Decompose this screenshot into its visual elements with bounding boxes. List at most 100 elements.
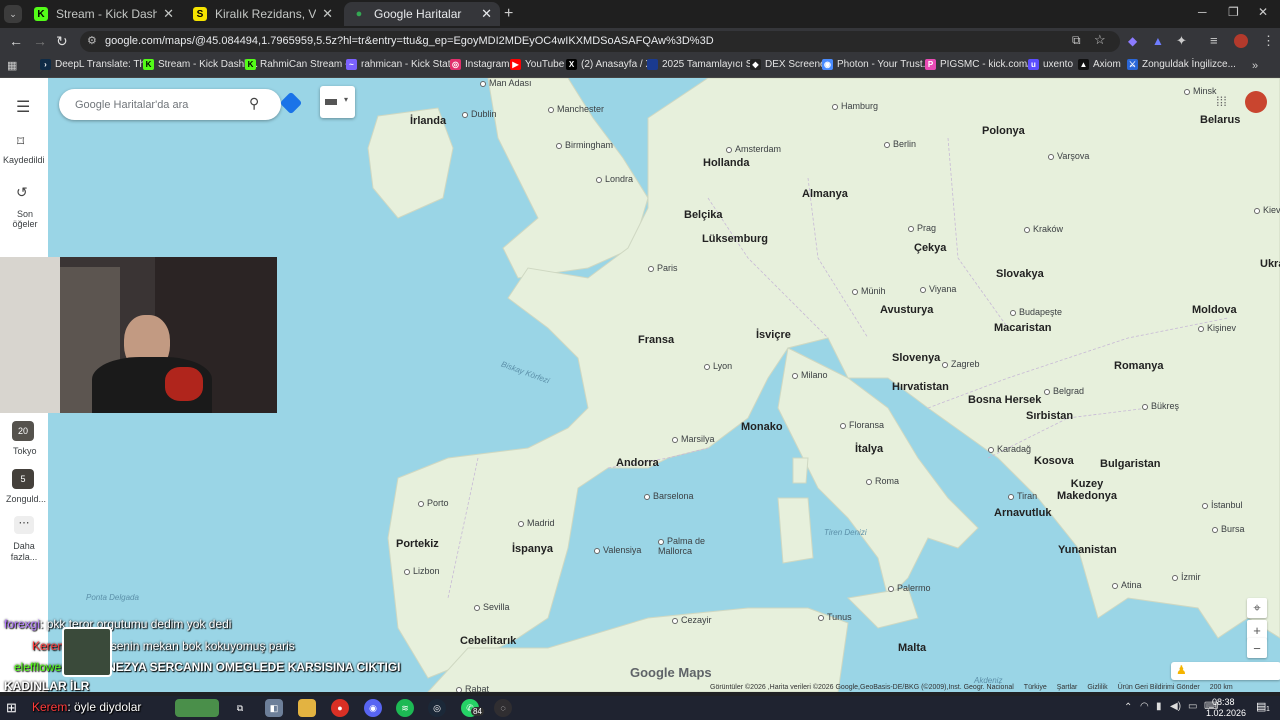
city-label[interactable]: Birmingham	[556, 140, 613, 150]
country-label[interactable]: Kosova	[1034, 455, 1074, 467]
bookmark-instagram[interactable]: ◎ Instagram	[450, 59, 509, 70]
city-label[interactable]: Atina	[1112, 580, 1142, 590]
city-label[interactable]: İstanbul	[1202, 500, 1243, 510]
bookmark-photon[interactable]: ◉ Photon - Your Trust...	[822, 59, 931, 70]
bookmarks-overflow-icon[interactable]: »	[1252, 60, 1258, 72]
country-label[interactable]: Macaristan	[994, 322, 1051, 334]
volume-icon[interactable]: ◀)	[1170, 701, 1181, 712]
apps-grid-icon[interactable]: ⁞⁞⁞	[1216, 94, 1227, 109]
bookmark-pigsmc[interactable]: P PIGSMC - kick.com/...	[925, 59, 1038, 70]
city-label[interactable]: Belgrad	[1044, 386, 1084, 396]
mic-icon[interactable]: ▮	[1156, 701, 1162, 712]
address-bar[interactable]: ⚙ google.com/maps/@45.084494,1.7965959,5…	[80, 31, 1120, 52]
city-label[interactable]: Valensiya	[594, 545, 641, 555]
city-label[interactable]: Cezayir	[672, 615, 712, 625]
minimize-button[interactable]: ─	[1198, 5, 1207, 19]
apps-grid-icon[interactable]: ▦	[7, 59, 17, 72]
country-label[interactable]: Hollanda	[703, 157, 749, 169]
bookmark-rahmican-stream[interactable]: K RahmiCan Stream -...	[245, 59, 357, 70]
zoom-out-button[interactable]: −	[1247, 638, 1267, 658]
country-label[interactable]: Polonya	[982, 125, 1025, 137]
country-label[interactable]: İsviçre	[756, 329, 791, 341]
bookmark-dex-screener[interactable]: ◆ DEX Screener	[750, 59, 829, 70]
chevron-down-icon[interactable]: ▾	[344, 95, 348, 104]
city-label[interactable]: Sevilla	[474, 602, 510, 612]
bookmark-youtube[interactable]: ▶ YouTube	[510, 59, 564, 70]
recent-tokyo-label[interactable]: Tokyo	[13, 446, 37, 456]
country-label[interactable]: Belçika	[684, 209, 723, 221]
country-label[interactable]: Lüksemburg	[702, 233, 768, 245]
tab-kick-dashboard[interactable]: K Stream - Kick Dashboard ✕	[26, 2, 182, 26]
country-label[interactable]: Malta	[898, 642, 926, 654]
search-input[interactable]: Google Haritalar'da ara	[75, 99, 188, 111]
file-explorer-icon[interactable]	[298, 699, 316, 717]
bookmark-tamamlayici[interactable]: 2025 Tamamlayıcı S...	[647, 59, 761, 70]
city-label[interactable]: Londra	[596, 174, 633, 184]
city-label[interactable]: Lizbon	[404, 566, 440, 576]
extension-icon-2[interactable]: ▲	[1152, 34, 1164, 48]
recent-tokyo-badge[interactable]: 20	[12, 421, 34, 441]
widget-icon[interactable]	[175, 699, 219, 717]
bookmark-zonguldak[interactable]: ⚔ Zonguldak İngilizce...	[1127, 59, 1236, 70]
city-label[interactable]: Rabat	[456, 684, 489, 692]
recent-label[interactable]: Son öğeler	[8, 209, 42, 229]
bookmark-star-icon[interactable]: ☆	[1094, 32, 1106, 48]
country-label[interactable]: Kuzey Makedonya	[1052, 478, 1122, 502]
forward-icon[interactable]: →	[33, 33, 47, 49]
city-label[interactable]: Kraków	[1024, 224, 1063, 234]
country-label[interactable]: Çekya	[914, 242, 946, 254]
city-label[interactable]: Münih	[852, 286, 886, 296]
obs-icon[interactable]: ◌	[494, 699, 512, 717]
country-label[interactable]: Portekiz	[396, 538, 439, 550]
city-label[interactable]: Lyon	[704, 361, 732, 371]
country-label[interactable]: Ukra	[1260, 258, 1280, 270]
my-location-button[interactable]: ⌖	[1247, 598, 1267, 618]
country-label[interactable]: Cebelitarık	[460, 635, 516, 647]
tray-chevron-icon[interactable]: ⌃	[1124, 702, 1132, 713]
city-label[interactable]: Palermo	[888, 583, 931, 593]
chrome-icon[interactable]: ●	[331, 699, 349, 717]
country-label[interactable]: Monako	[741, 421, 783, 433]
bookmark-x[interactable]: X (2) Anasayfa / X	[566, 59, 652, 70]
city-label[interactable]: Berlin	[884, 139, 916, 149]
close-icon[interactable]: ✕	[481, 6, 492, 22]
app-icon[interactable]: ◧	[265, 699, 283, 717]
pegman-icon[interactable]: ♟	[1176, 663, 1187, 677]
account-avatar[interactable]	[1245, 91, 1267, 113]
city-label[interactable]: Karadağ	[988, 444, 1031, 454]
city-label[interactable]: Roma	[866, 476, 899, 486]
city-label[interactable]: Kişinev	[1198, 323, 1236, 333]
install-icon[interactable]: ⧉	[1072, 33, 1081, 48]
tab-google-maps[interactable]: ● Google Haritalar ✕	[344, 2, 500, 26]
city-label[interactable]: Zagreb	[942, 359, 980, 369]
scale-bar[interactable]: 200 km	[1210, 684, 1233, 694]
close-icon[interactable]: ✕	[322, 6, 333, 22]
city-label[interactable]: Man Adası	[480, 78, 532, 88]
country-label[interactable]: Bulgaristan	[1100, 458, 1161, 470]
city-label[interactable]: Marsilya	[672, 434, 715, 444]
task-view-icon[interactable]: ⧉	[231, 699, 249, 717]
city-label[interactable]: Viyana	[920, 284, 956, 294]
profile-avatar[interactable]	[1234, 34, 1248, 48]
country-label[interactable]: Bosna Hersek	[968, 394, 1041, 406]
clock-date[interactable]: 1.02.2026	[1206, 708, 1246, 718]
country-label[interactable]: Slovakya	[996, 268, 1044, 280]
city-label[interactable]: Prag	[908, 223, 936, 233]
layers-thumbnail[interactable]	[62, 627, 112, 677]
footer-link-privacy[interactable]: Gizlilik	[1087, 684, 1107, 694]
footer-link-country[interactable]: Türkiye	[1024, 684, 1047, 694]
bookmark-kick-dashboard[interactable]: K Stream - Kick Dashb...	[143, 59, 258, 70]
country-label[interactable]: Fransa	[638, 334, 674, 346]
zoom-in-button[interactable]: +	[1247, 620, 1267, 640]
reload-icon[interactable]: ↻	[56, 33, 68, 50]
city-label[interactable]: Minsk	[1184, 86, 1217, 96]
recent-zonguldak-badge[interactable]: 5	[12, 469, 34, 489]
tab-search-button[interactable]: ⌄	[4, 5, 22, 23]
clock-time[interactable]: 08:38	[1212, 697, 1235, 707]
country-label[interactable]: Almanya	[802, 188, 848, 200]
city-label[interactable]: Porto	[418, 498, 449, 508]
chrome-menu-icon[interactable]: ⋮	[1262, 33, 1275, 49]
country-label[interactable]: Belarus	[1200, 114, 1240, 126]
search-icon[interactable]: ⚲	[249, 95, 259, 112]
street-view-pegman-icon[interactable]	[1171, 662, 1280, 680]
